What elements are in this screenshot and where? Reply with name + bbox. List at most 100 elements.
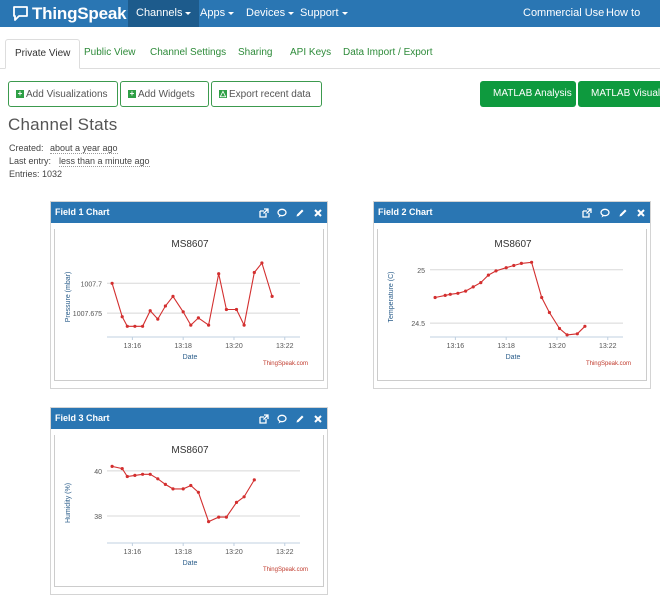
y-axis-label: Humidity (%)	[65, 483, 72, 523]
nav-support-label: Support	[300, 7, 339, 19]
data-point	[156, 477, 160, 481]
pencil-icon[interactable]	[295, 208, 305, 218]
panel-title: Field 1 Chart	[55, 207, 110, 217]
plus-icon: +	[16, 89, 24, 98]
data-point	[148, 472, 152, 476]
entries-value: 1032	[42, 169, 63, 179]
data-point	[448, 292, 452, 296]
nav-apps[interactable]: Apps	[200, 0, 235, 27]
data-point	[163, 482, 167, 486]
tab-sharing[interactable]: Sharing	[238, 39, 272, 69]
last-entry-value: less than a minute ago	[59, 156, 150, 167]
data-point	[224, 515, 228, 519]
export-recent-data-label: Export recent data	[229, 88, 311, 100]
nav-channels[interactable]: Channels	[128, 0, 200, 27]
tab-api-keys[interactable]: API Keys	[290, 39, 331, 69]
close-icon[interactable]	[313, 414, 323, 424]
data-point	[110, 281, 114, 285]
thingspeak-logo[interactable]: ThingSpeak™	[12, 3, 135, 24]
series-line	[111, 465, 255, 523]
y-axis-label: Temperature (C)	[388, 272, 395, 323]
chat-bubble-logo-icon	[13, 6, 28, 21]
pencil-icon[interactable]	[295, 414, 305, 424]
field-3-chart-panel: Field 3 Chart MS8607 40 38 13:16 13:18 13:20 1…	[50, 407, 328, 595]
data-point	[486, 273, 490, 277]
data-point	[456, 291, 460, 295]
nav-how-to-buy[interactable]: How to Buy	[606, 0, 660, 46]
pencil-icon[interactable]	[618, 208, 628, 218]
matlab-visualization-button[interactable]: MATLAB Visualiza	[578, 81, 660, 107]
nav-apps-label: Apps	[200, 7, 226, 19]
popout-icon[interactable]	[582, 207, 592, 218]
chart-title: MS8607	[171, 445, 209, 456]
close-icon[interactable]	[636, 208, 646, 218]
entries-row: Entries: 1032	[9, 169, 62, 179]
data-point	[189, 323, 193, 327]
x-tick-label: 13:18	[174, 549, 192, 556]
tab-public-view[interactable]: Public View	[84, 39, 136, 69]
data-point	[519, 261, 523, 265]
nav-devices[interactable]: Devices	[246, 0, 295, 27]
panel-toolbar	[251, 202, 323, 223]
add-widgets-label: Add Widgets	[138, 88, 195, 100]
close-icon[interactable]	[313, 208, 323, 218]
comment-icon[interactable]	[277, 208, 287, 218]
data-point	[557, 326, 562, 331]
brand-name: ThingSpeak	[32, 3, 127, 23]
y-tick-label: 24.5	[411, 321, 425, 328]
data-point	[242, 323, 246, 327]
y-axis-label: Pressure (mbar)	[65, 272, 72, 323]
x-tick-label: 13:22	[276, 343, 294, 350]
data-point	[583, 324, 587, 328]
top-navbar: ThingSpeak™ Channels Apps Devices Suppor…	[0, 0, 660, 46]
data-point	[575, 332, 579, 336]
tab-channel-settings[interactable]: Channel Settings	[150, 39, 226, 69]
panel-toolbar	[251, 408, 323, 429]
x-axis-label: Date	[506, 354, 521, 361]
field-3-chart: MS8607 40 38 13:16 13:18 13:20 13:22 Date Humidi…	[65, 445, 308, 573]
tab-private-view[interactable]: Private View	[5, 39, 81, 69]
matlab-analysis-button[interactable]: MATLAB Analysis	[480, 81, 576, 107]
panel-header: Field 3 Chart	[51, 408, 327, 429]
data-point	[479, 281, 483, 285]
data-point	[148, 309, 152, 313]
data-point	[234, 500, 239, 504]
data-point	[224, 307, 228, 312]
field-1-chart: MS8607 1007.7 1007.675 13:16 13:18 13:20 13:22…	[65, 239, 308, 367]
data-point	[189, 483, 193, 488]
tab-data-import-export[interactable]: Data Import / Export	[343, 39, 432, 69]
field-2-chart-panel: Field 2 Chart MS8607 25 24.5 13:16 13:18 13:2…	[373, 201, 651, 389]
x-tick-label: 13:16	[447, 343, 465, 350]
popout-icon[interactable]	[259, 413, 269, 424]
popout-icon[interactable]	[259, 207, 269, 218]
comment-icon[interactable]	[600, 208, 610, 218]
add-visualizations-button[interactable]: + Add Visualizations	[8, 81, 118, 107]
data-point	[156, 317, 160, 321]
data-point	[242, 495, 246, 499]
created-label: Created:	[9, 143, 44, 153]
nav-commercial-use[interactable]: Commercial Use	[523, 0, 604, 27]
x-tick-label: 13:22	[276, 549, 294, 556]
data-point	[133, 473, 137, 477]
data-point	[196, 490, 200, 494]
field-2-chart: MS8607 25 24.5 13:16 13:18 13:20 13:22 Date Temp…	[388, 239, 631, 367]
y-tick-label: 25	[417, 268, 425, 275]
add-widgets-button[interactable]: + Add Widgets	[120, 81, 209, 107]
export-recent-data-button[interactable]: △ Export recent data	[211, 81, 322, 107]
data-point	[270, 294, 274, 298]
nav-support[interactable]: Support	[300, 0, 348, 27]
data-point	[443, 293, 447, 297]
created-value: about a year ago	[50, 143, 118, 154]
data-point	[252, 270, 256, 275]
panel-title: Field 2 Chart	[378, 207, 433, 217]
x-tick-label: 13:20	[225, 549, 243, 556]
x-axis-label: Date	[183, 354, 198, 361]
data-point	[217, 272, 221, 276]
plus-icon: +	[128, 89, 136, 98]
data-point	[133, 324, 137, 328]
data-point	[565, 333, 569, 337]
data-point	[464, 289, 468, 293]
panel-title: Field 3 Chart	[55, 413, 110, 423]
data-point	[494, 269, 498, 273]
comment-icon[interactable]	[277, 414, 287, 424]
